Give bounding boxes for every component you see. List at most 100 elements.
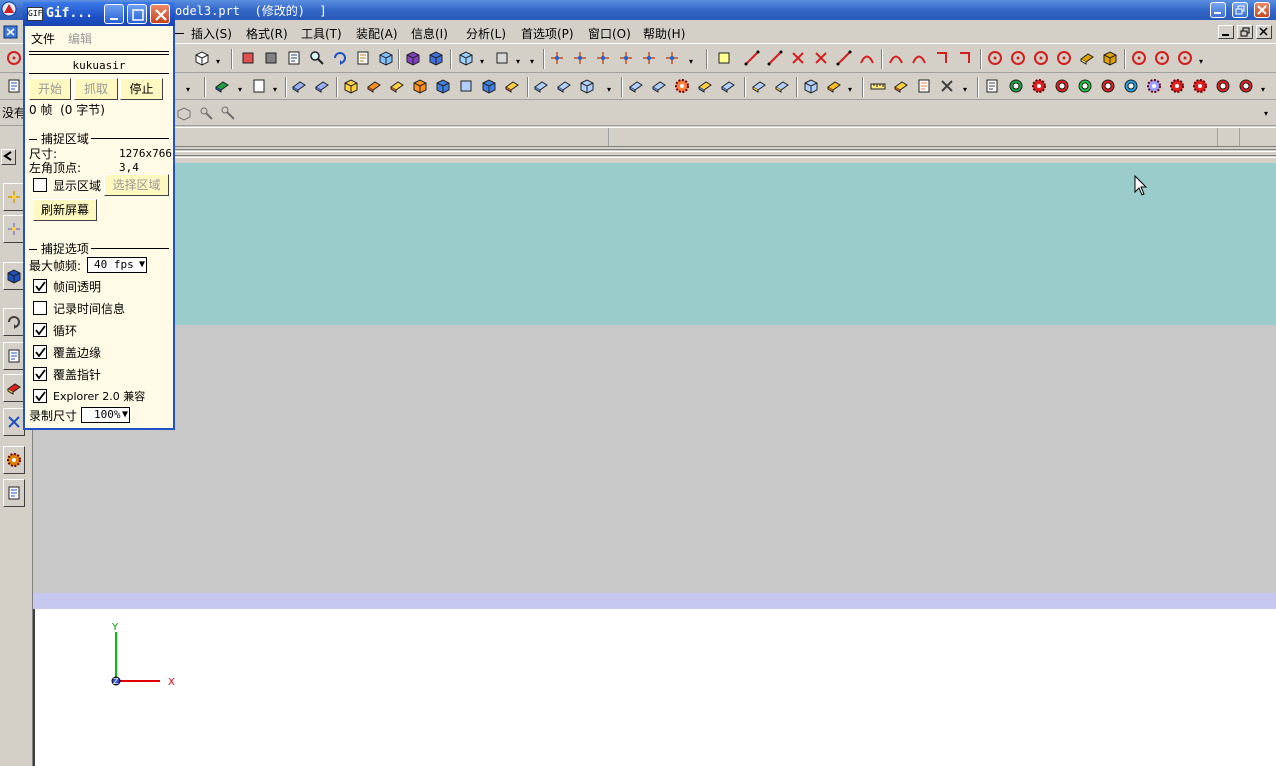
main-title-bar[interactable]: odel3.prt (修改的) ] [0,0,1276,20]
select-area-button[interactable]: 选择区域 [104,174,169,196]
tb1-zoom-icon[interactable] [309,50,325,66]
tb2-cube-icon[interactable] [412,78,428,94]
tb1-cube-icon[interactable] [405,50,421,66]
option-checkbox-2[interactable] [33,323,47,337]
gif-menu-edit[interactable]: 编辑 [68,30,92,47]
tb2-page-icon[interactable] [984,78,1000,94]
tb1-page-icon[interactable] [355,50,371,66]
tb1-cross-icon[interactable] [790,50,806,66]
tb2-sheet-icon[interactable] [533,78,549,94]
toolbar-dropdown-arrow[interactable]: ▾ [530,57,534,66]
resource-history-button[interactable] [3,308,25,336]
tb2-cube-icon[interactable] [435,78,451,94]
tb2-ring-icon[interactable] [1008,78,1024,94]
refresh-screen-button[interactable]: 刷新屏幕 [33,199,97,221]
tb2-sheet-icon[interactable] [651,78,667,94]
tb2-gear-icon[interactable] [1146,78,1162,94]
toolbar-dropdown-arrow[interactable]: ▾ [607,85,611,94]
tb2-sheet-icon[interactable] [774,78,790,94]
toolbar-dropdown-arrow[interactable]: ▾ [238,85,242,94]
doc-restore-button[interactable] [1237,25,1253,39]
resource-roles-button[interactable] [3,446,25,474]
tb2-sheet-icon[interactable] [504,78,520,94]
gif-title-bar[interactable]: GIF Gif... [23,2,175,26]
tb1-circle-icon[interactable] [6,50,22,66]
tb2-page-icon[interactable] [6,78,22,94]
menu-item-0[interactable]: 插入(S) [191,25,232,42]
tb1-arc-icon[interactable] [859,50,875,66]
option-checkbox-0[interactable] [33,279,47,293]
doc-minimize-button[interactable] [1218,25,1234,39]
tb1-pt-icon[interactable] [664,50,680,66]
tb1-pt-icon[interactable] [641,50,657,66]
tb2-gear-icon[interactable] [674,78,690,94]
resource-part-navigator-button[interactable] [3,215,25,243]
tb1-pt-icon[interactable] [572,50,588,66]
tb2-sheet-icon[interactable] [214,78,230,94]
gif-menu-file[interactable]: 文件 [31,30,55,47]
tb2-sheet-icon[interactable] [556,78,572,94]
menu-item-7[interactable]: 窗口(O) [588,25,631,42]
resource-reuse-library-button[interactable] [3,262,25,290]
doc-close-button[interactable] [1256,25,1272,39]
tb2-sheet-icon[interactable] [751,78,767,94]
toolbar-dropdown-arrow[interactable]: ▾ [1261,85,1265,94]
toolbar-dropdown-arrow[interactable]: ▾ [216,57,220,66]
tb1-page-icon[interactable] [286,50,302,66]
tb2-cube-icon[interactable] [579,78,595,94]
tb2-ruler-icon[interactable] [870,78,886,94]
tb2-sq-icon[interactable] [458,78,474,94]
max-fps-select[interactable]: 40 fps ▼ [87,257,147,273]
tb1-cube-icon[interactable] [194,50,210,66]
tb2-ring-icon[interactable] [1077,78,1093,94]
menu-item-1[interactable]: 格式(R) [246,25,288,42]
resource-assembly-navigator-button[interactable] [3,183,25,211]
tb1-circle-icon[interactable] [1131,50,1147,66]
tb1-pt-icon[interactable] [549,50,565,66]
gif-capture-window[interactable]: GIF Gif... 文件 编辑 kukuasir 开始 抓取 停止 0 帧 (… [23,2,175,430]
tb2-sheet-icon[interactable] [366,78,382,94]
selection-box-icon[interactable] [176,105,192,121]
menu-item-4[interactable]: 信息(I) [411,25,448,42]
gif-maximize-button[interactable] [127,4,147,24]
stop-button[interactable]: 停止 [120,78,163,100]
tb1-line-icon[interactable] [836,50,852,66]
tb2-cube-icon[interactable] [803,78,819,94]
tb1-sq-icon[interactable] [494,50,510,66]
tb1-sheet-icon[interactable] [1079,50,1095,66]
tb1-cube-icon[interactable] [458,50,474,66]
menu-item-5[interactable]: 分析(L) [466,25,506,42]
resource-system-scene-button[interactable] [3,479,25,507]
menu-item-3[interactable]: 装配(A) [356,25,398,42]
tb1-pt-icon[interactable] [595,50,611,66]
gif-minimize-button[interactable] [104,4,124,24]
tb1-corner-icon[interactable] [957,50,973,66]
tb2-sheet-icon[interactable] [720,78,736,94]
toolbar-dropdown-arrow[interactable]: ▾ [480,57,484,66]
resource-process-studio-button[interactable] [3,408,25,436]
tb2-ring-icon[interactable] [1054,78,1070,94]
menubar-app-icon[interactable] [3,24,19,43]
tb2-ring-icon[interactable] [1100,78,1116,94]
tb1-circle-icon[interactable] [1154,50,1170,66]
tb2-sheet-icon[interactable] [893,78,909,94]
selection-pointer-icon[interactable] [198,105,214,121]
tb2-sheet-icon[interactable] [389,78,405,94]
tb1-sq-icon[interactable] [716,50,732,66]
menu-item-6[interactable]: 首选项(P) [521,25,574,42]
tb1-cube-icon[interactable] [428,50,444,66]
tb2-page-icon[interactable] [916,78,932,94]
tb2-ring-icon[interactable] [1123,78,1139,94]
toolbar-dropdown-arrow[interactable]: ▾ [848,85,852,94]
tb2-cube-icon[interactable] [343,78,359,94]
tb1-corner-icon[interactable] [934,50,950,66]
menu-item-8[interactable]: 帮助(H) [643,25,685,42]
resource-system-materials-button[interactable] [3,342,25,370]
option-checkbox-1[interactable] [33,301,47,315]
resource-bar-collapse-button[interactable] [1,149,16,165]
tb2-gear-icon[interactable] [1192,78,1208,94]
tb1-circle-icon[interactable] [1177,50,1193,66]
tb2-cube-icon[interactable] [481,78,497,94]
tb1-sq-icon[interactable] [263,50,279,66]
show-area-checkbox[interactable] [33,178,47,192]
